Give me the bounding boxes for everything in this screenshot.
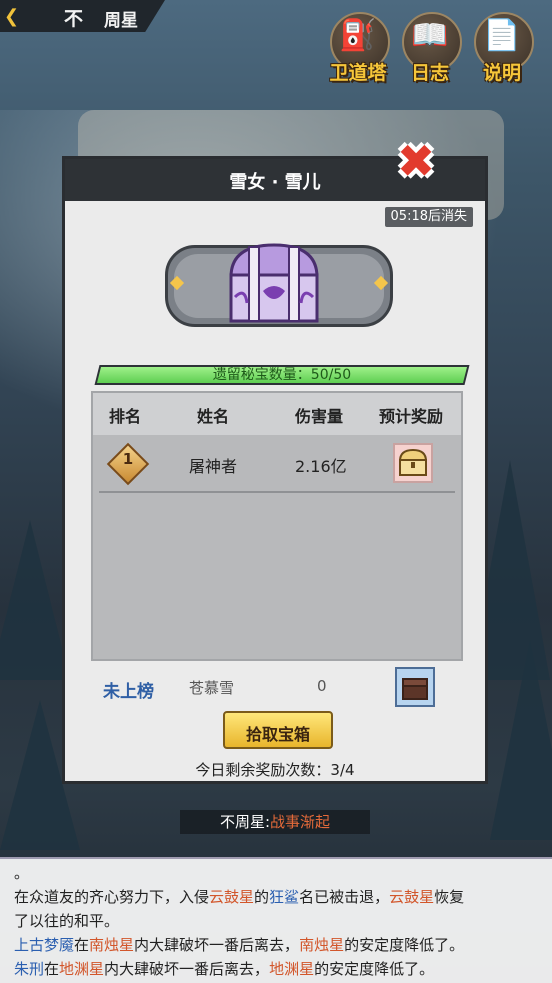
log-text: 的安定度降低了。	[314, 960, 435, 978]
treasure-progress-bar: 遗留秘宝数量：50/50	[94, 365, 470, 385]
log-highlight: 南烛星	[89, 936, 135, 954]
back-arrow-icon[interactable]: ❮	[4, 6, 19, 27]
log-text: 名已被击退，	[299, 888, 390, 906]
page-title: 周星	[104, 11, 138, 31]
guard-tower-label: 卫道塔	[329, 62, 387, 84]
header-name: 姓名	[197, 407, 230, 426]
event-log-panel[interactable]: 。在众道友的齐心努力下，入侵云鼓星的狂鲨名已被击退，云鼓星恢复 了以往的和平。 上古…	[0, 857, 552, 983]
expire-timer: 05:18后消失	[384, 207, 473, 227]
realm-event: 战事渐起	[270, 813, 331, 831]
log-text: 了以往的和平。	[14, 912, 120, 930]
my-name: 苍慕雪	[189, 679, 235, 697]
background-tree	[0, 520, 70, 680]
log-highlight: 云鼓星	[209, 888, 255, 906]
ranking-table: 排名 姓名 伤害量 预计奖励 1 屠神者 2.16亿	[91, 391, 463, 661]
log-line: 。	[14, 861, 538, 885]
close-button[interactable]: ✖	[392, 134, 440, 188]
realm-status-bar: 不周星:战事渐起	[180, 810, 370, 834]
log-text: 的	[254, 888, 270, 906]
player-name: 屠神者	[189, 457, 238, 476]
log-text: 。	[14, 864, 30, 882]
log-highlight: 狂鲨	[269, 888, 300, 906]
log-line: 上古梦魇在南烛星内大肆破坏一番后离去，南烛星的安定度降低了。	[14, 933, 538, 957]
header-damage: 伤害量	[295, 407, 344, 426]
close-icon: ✖	[396, 134, 436, 188]
log-highlight: 云鼓星	[389, 888, 435, 906]
help-button[interactable]: 📄 说明	[470, 12, 534, 84]
log-text: 在众道友的齐心努力下，入侵	[14, 888, 210, 906]
log-text: 恢复	[434, 888, 465, 906]
log-highlight: 南烛星	[299, 936, 345, 954]
log-text: 的安定度降低了。	[344, 936, 465, 954]
log-text: 在	[74, 936, 90, 954]
gold-chest-icon	[398, 448, 428, 476]
brown-chest-icon	[402, 678, 428, 700]
realm-name: 不周星:	[219, 813, 271, 831]
remaining-reward-count: 今日剩余奖励次数：3/4	[195, 761, 355, 779]
log-text: 在	[44, 960, 60, 978]
reward-chest-button[interactable]	[393, 443, 433, 483]
header-reward: 预计奖励	[379, 407, 444, 426]
background-tree	[490, 640, 552, 840]
log-text: 内大肆破坏一番后离去，	[134, 936, 300, 954]
claim-chest-button[interactable]: 拾取宝箱	[223, 711, 333, 749]
guard-tower-button[interactable]: ⛽ 卫道塔	[326, 12, 390, 84]
log-highlight: 地渊星	[59, 960, 105, 978]
log-text: 内大肆破坏一番后离去，	[104, 960, 270, 978]
my-rank-status: 未上榜	[103, 682, 154, 702]
top-bar: ❮ 不 周星	[0, 0, 165, 32]
log-line: 在众道友的齐心努力下，入侵云鼓星的狂鲨名已被击退，云鼓星恢复	[14, 885, 538, 909]
claim-chest-label: 拾取宝箱	[245, 725, 310, 744]
my-damage: 0	[317, 677, 327, 695]
realm-logo: 不	[64, 8, 84, 30]
my-reward-chest-button[interactable]	[395, 667, 435, 707]
log-button[interactable]: 📖 日志	[398, 12, 462, 84]
rank-number: 1	[122, 450, 134, 468]
help-label: 说明	[482, 62, 521, 84]
log-line: 朱刑在地渊星内大肆破坏一番后离去，地渊星的安定度降低了。	[14, 957, 538, 981]
boss-reward-popup: 雪女 · 雪儿 05:18后消失 遗留秘宝数量：50/50 排名 姓名 伤害量 …	[62, 156, 488, 784]
treasure-chest-icon	[229, 243, 319, 323]
treasure-count: 遗留秘宝数量：50/50	[212, 367, 352, 383]
damage-value: 2.16亿	[295, 457, 347, 476]
table-row: 1 屠神者 2.16亿	[99, 437, 455, 493]
header-rank: 排名	[109, 407, 142, 426]
log-highlight: 朱刑	[14, 960, 45, 978]
log-highlight: 上古梦魇	[14, 936, 75, 954]
log-label: 日志	[410, 62, 449, 84]
log-line: 了以往的和平。	[14, 909, 538, 933]
table-header: 排名 姓名 伤害量 预计奖励	[93, 393, 461, 435]
log-highlight: 地渊星	[269, 960, 315, 978]
